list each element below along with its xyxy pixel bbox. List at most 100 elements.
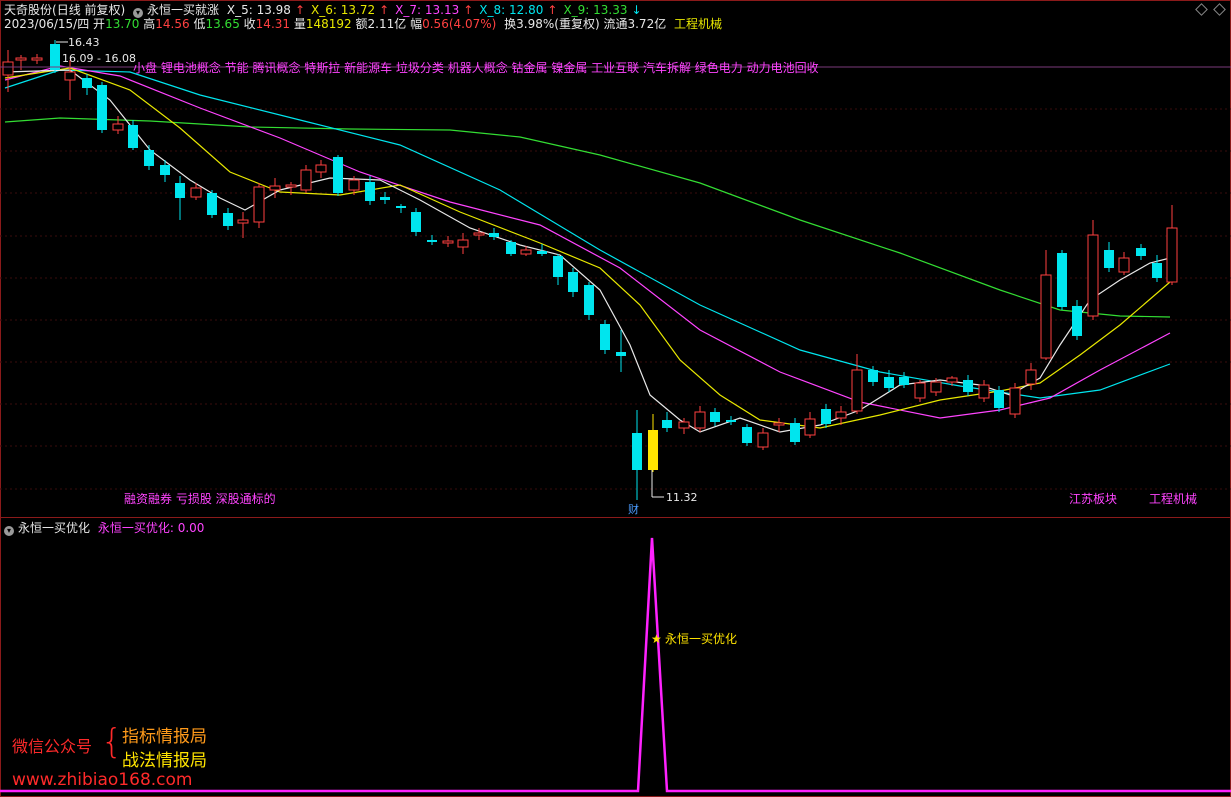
candle-body	[396, 206, 406, 208]
candle-body	[821, 409, 831, 424]
kline-chart[interactable]: 小盘 锂电池概念 节能 腾讯概念 特斯拉 新能源车 垃圾分类 机器人概念 钴金属…	[0, 0, 1231, 517]
candle	[1057, 250, 1067, 310]
candle-body	[489, 233, 499, 237]
sub-indicator-value: 永恒一买优化: 0.00	[97, 521, 205, 535]
candle-body	[930, 381, 942, 393]
candle-body	[600, 324, 610, 350]
candle-body	[835, 411, 847, 419]
candle-body	[348, 179, 360, 191]
candle	[489, 228, 499, 240]
candle	[616, 330, 626, 372]
candle	[15, 55, 27, 70]
candle	[144, 145, 154, 170]
watermark-item-1: 指标情报局	[122, 727, 207, 747]
candle	[963, 375, 973, 396]
candle	[1040, 250, 1052, 360]
watermark-url[interactable]: www.zhibiao168.com	[12, 770, 192, 790]
candle-body	[427, 240, 437, 242]
candle	[742, 424, 752, 446]
candle-body	[994, 390, 1004, 408]
candle-body	[914, 382, 926, 399]
candle-body	[300, 169, 312, 191]
candle	[899, 372, 909, 388]
sub-indicator-name[interactable]: 永恒一买优化	[18, 521, 90, 535]
candle-body	[742, 427, 752, 443]
candle	[442, 236, 454, 247]
candle	[553, 254, 563, 285]
candle	[506, 240, 516, 256]
candle	[50, 40, 60, 73]
candle-body	[82, 78, 92, 88]
candle-body	[64, 71, 76, 81]
candle-body	[411, 212, 421, 232]
candle-body	[1072, 306, 1082, 336]
candle-body	[678, 421, 690, 429]
candle	[1072, 300, 1082, 340]
candle-body	[1152, 263, 1162, 278]
candle-body	[1136, 248, 1146, 256]
candle-body	[506, 242, 516, 254]
ma-line-3	[4, 67, 1171, 429]
sub-indicator-dropdown-icon[interactable]: ▾	[4, 526, 14, 536]
watermark-item-2: 战法情报局	[122, 751, 207, 771]
candle-body	[978, 384, 990, 399]
sub-panel-header: ▾ 永恒一买优化 永恒一买优化: 0.00	[4, 520, 208, 536]
candle-body	[1104, 250, 1114, 268]
wechat-label: 微信公众号	[12, 737, 93, 756]
candle	[804, 412, 816, 438]
candle	[600, 320, 610, 354]
candle	[1152, 255, 1162, 282]
candle	[851, 354, 863, 414]
candle	[1136, 244, 1146, 260]
candle-body	[237, 219, 249, 224]
candle-body	[790, 423, 800, 442]
candle	[112, 116, 124, 134]
candle-body	[757, 432, 769, 448]
candle-body	[253, 186, 265, 223]
candle-body	[851, 369, 863, 412]
candle-body	[884, 377, 894, 388]
industry-tag[interactable]: 工程机械	[1149, 491, 1197, 506]
candle-body	[1057, 253, 1067, 307]
candle	[31, 54, 43, 64]
candle	[726, 416, 736, 425]
region-tag[interactable]: 江苏板块	[1069, 492, 1117, 506]
financial-report-marker[interactable]: 财	[628, 502, 639, 516]
candle	[411, 208, 421, 236]
candle-body	[1009, 387, 1021, 415]
candle-body	[726, 420, 736, 422]
candle	[315, 160, 327, 178]
candle	[790, 418, 800, 445]
candle	[175, 176, 185, 220]
candle-body	[365, 182, 375, 201]
candle-body	[648, 430, 658, 470]
candle	[82, 74, 92, 95]
candle	[64, 60, 76, 100]
candle-body	[1087, 234, 1099, 317]
candle-body	[1118, 257, 1130, 273]
candle	[914, 380, 926, 402]
candle	[365, 176, 375, 205]
candle	[584, 282, 594, 320]
candle	[568, 268, 578, 297]
concepts-bottom: 融资融券 亏损股 深股通标的	[124, 491, 276, 506]
candle-body	[710, 412, 720, 422]
candle-body	[568, 272, 578, 292]
candle-body	[15, 57, 27, 61]
candle-body	[144, 150, 154, 166]
candle	[223, 208, 233, 230]
candle	[978, 380, 990, 402]
candle-body	[315, 164, 327, 173]
candle	[300, 165, 312, 193]
candle-body	[2, 61, 14, 76]
candle	[396, 204, 406, 213]
candle-body	[285, 184, 297, 188]
candle-body	[584, 285, 594, 315]
candle-body	[868, 370, 878, 382]
candle-body	[190, 187, 202, 198]
candle-body	[520, 249, 532, 255]
candle-body	[662, 420, 672, 428]
candle-body	[223, 213, 233, 226]
candle-body	[473, 232, 485, 236]
candle	[237, 212, 249, 238]
